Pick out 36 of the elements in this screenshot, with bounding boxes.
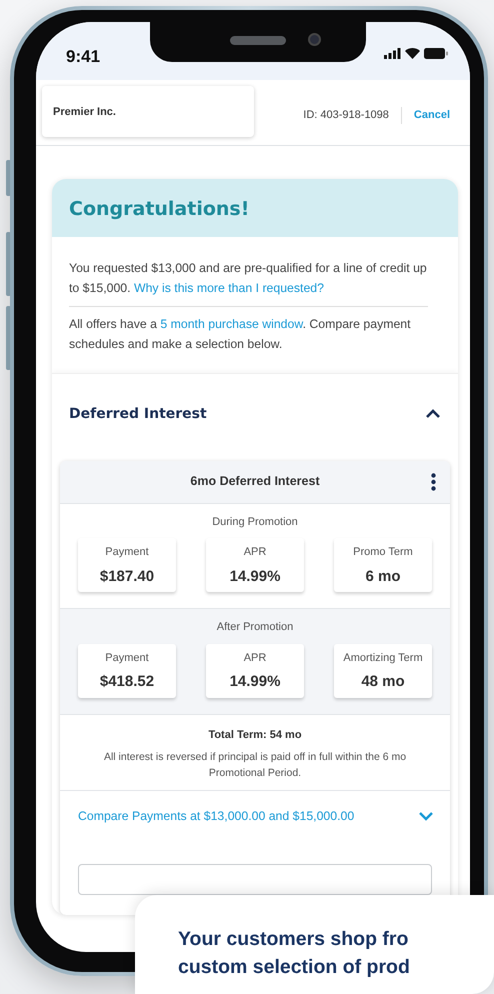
tile-label: Payment: [104, 545, 150, 560]
tile-label: APR: [242, 650, 268, 666]
purchase-window-link[interactable]: 5 month purchase window: [160, 317, 303, 332]
offer-title: Congratulations!: [52, 179, 458, 237]
tile-value: $187.40: [98, 566, 156, 587]
tile-label: APR: [242, 545, 268, 560]
disclaimer-text: All interest is reversed if principal is paid off in full within the 6 mo Promotional Period.: [102, 750, 408, 782]
promo-text: custom selection of prod: [178, 955, 410, 980]
total-term: Total Term: 54 mo: [207, 728, 303, 743]
promo-text: Your customers shop fro: [178, 927, 408, 952]
signal-icon: [384, 48, 401, 59]
status-time: 9:41: [66, 46, 100, 68]
input-field[interactable]: [78, 864, 432, 895]
offer-note: All offers have a 5 month purchase window. Compare payment schedules and make a selection below.: [69, 316, 412, 354]
offer-message: You requested $13,000 and are pre-qualified for a line of credit up to $15,000. Why is this more than I requested?: [69, 260, 428, 297]
more-icon[interactable]: [431, 473, 436, 492]
plan-title: 6mo Deferred Interest: [190, 473, 320, 490]
merchant-tab[interactable]: Premier Inc.: [42, 86, 254, 137]
tile-value: 14.99%: [228, 566, 282, 587]
tile-value: 14.99%: [228, 672, 282, 692]
tile-value: 48 mo: [360, 672, 406, 692]
group-label: During Promotion: [211, 514, 299, 530]
section-title: Deferred Interest: [69, 404, 207, 424]
account-id: ID: 403-918-1098: [303, 107, 402, 124]
chevron-icon[interactable]: [425, 408, 441, 420]
tile-value: $418.52: [98, 672, 156, 692]
tile-label: Promo Term: [352, 545, 414, 560]
tile-value: 6 mo: [364, 566, 402, 587]
battery-icon: [424, 48, 448, 59]
cancel-link[interactable]: Cancel: [402, 106, 456, 124]
tile-label: Payment: [104, 650, 150, 666]
group-label: After Promotion: [216, 620, 294, 636]
info-link[interactable]: Why is this more than I requested?: [134, 280, 324, 295]
wifi-icon: [405, 48, 420, 59]
tile-label: Amortizing Term: [342, 650, 424, 666]
compare-link[interactable]: Compare Payments at $13,000.00 and $15,000.00: [78, 806, 354, 826]
